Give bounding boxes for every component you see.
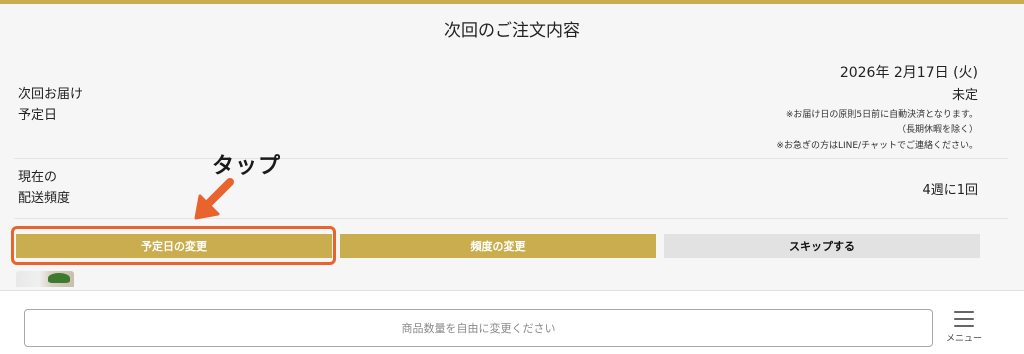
delivery-note-1: ※お届け日の原則5日前に自動決済となります。	[785, 110, 978, 120]
bottom-bar: メニュー	[0, 290, 1024, 354]
delivery-note-2: （長期休暇を除く）	[896, 125, 978, 135]
skip-button[interactable]: スキップする	[664, 234, 980, 258]
change-frequency-button[interactable]: 頻度の変更	[340, 234, 656, 258]
frequency-label-line2: 配送頻度	[18, 191, 71, 206]
product-thumbnail[interactable]	[16, 271, 74, 287]
delivery-note-3: ※お急ぎの方はLINE/チャットでご連絡ください。	[776, 141, 978, 151]
frequency-label: 現在の 配送頻度	[18, 167, 70, 209]
divider	[14, 218, 1008, 219]
quantity-search-input[interactable]	[24, 309, 933, 347]
change-date-button[interactable]: 予定日の変更	[16, 234, 332, 258]
delivery-date-label: 次回お届け 予定日	[18, 84, 83, 126]
frequency-value: 4週に1回	[922, 183, 978, 198]
page-title: 次回のご注文内容	[444, 21, 580, 41]
divider	[14, 158, 1008, 159]
menu-button[interactable]: メニュー	[944, 311, 984, 351]
delivery-label-line2: 予定日	[18, 108, 58, 123]
product-image-leaf	[48, 273, 70, 283]
delivery-date-value: 2026年 2月17日 (火)	[839, 65, 978, 81]
delivery-label-line1: 次回お届け	[18, 87, 84, 102]
arrow-down-left-icon	[194, 178, 234, 220]
top-accent-bar	[0, 0, 1024, 4]
delivery-status: 未定	[951, 88, 978, 103]
hamburger-menu-icon	[954, 311, 974, 327]
menu-label: メニュー	[945, 334, 982, 344]
frequency-label-line1: 現在の	[18, 170, 58, 185]
